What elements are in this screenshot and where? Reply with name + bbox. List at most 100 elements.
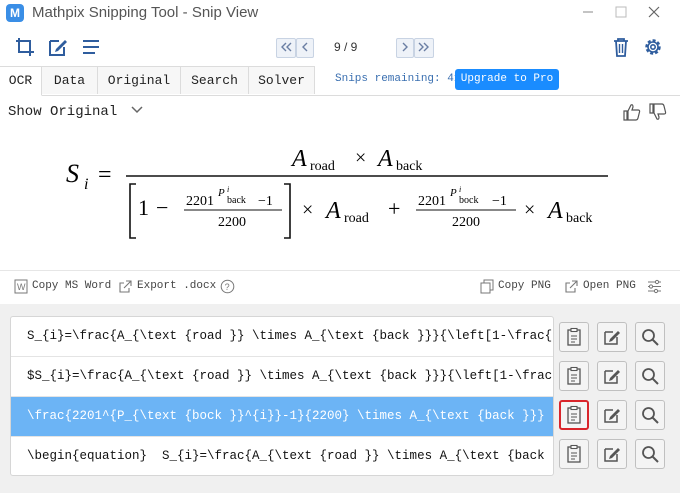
menu-icon[interactable] (80, 36, 102, 58)
search-icon (642, 329, 659, 346)
snip-crop-icon[interactable] (14, 36, 36, 58)
close-button[interactable] (639, 2, 669, 24)
result-text: \frac{2201^{P_{\text {bock }}^{i}}-1}{22… (27, 409, 553, 423)
clipboard-icon (567, 366, 581, 385)
left-bracket (129, 183, 136, 239)
window-title: Mathpix Snipping Tool - Snip View (32, 4, 259, 21)
edit-icon (604, 448, 620, 462)
copy-icon (480, 279, 494, 294)
frac2-exp-sup: i (459, 185, 461, 194)
chevron-right-icon (402, 42, 408, 52)
denominator-times-2: × (524, 199, 535, 221)
result-row-selected[interactable]: \frac{2201^{P_{\text {bock }}^{i}}-1}{22… (11, 397, 553, 437)
denominator-times-1: × (302, 199, 313, 221)
chevron-left-icon (302, 42, 308, 52)
edit-result-button[interactable] (597, 322, 627, 352)
frac2-exp-base: P (449, 187, 457, 199)
copy-result-button[interactable] (559, 439, 589, 469)
search-result-button[interactable] (635, 361, 665, 391)
copy-png-button[interactable]: Copy PNG (498, 280, 551, 292)
numerator-a-sub: road (310, 159, 335, 174)
clipboard-icon (567, 405, 581, 424)
toolbar: 9 / 9 (0, 28, 680, 66)
denominator-a: A (324, 198, 341, 224)
copy-ms-word-button[interactable]: Copy MS Word (32, 280, 111, 292)
close-icon (648, 6, 660, 18)
maximize-button[interactable] (606, 2, 636, 24)
show-original-label: Show Original (8, 104, 118, 120)
formula-equals: = (98, 162, 112, 188)
numerator-b: A (376, 146, 393, 172)
frac2-exp-sub: bock (459, 195, 478, 206)
chevron-down-icon (131, 106, 143, 114)
frac1-exp-base: P (217, 187, 225, 199)
next-page-button[interactable] (396, 38, 414, 58)
tab-solver[interactable]: Solver (249, 66, 315, 94)
denominator-b: A (546, 198, 563, 224)
rendered-formula: S i = A road × A back 1 − 2201 P i back … (66, 146, 608, 239)
frac2-top: 2201 (418, 194, 446, 209)
copy-result-button[interactable] (559, 361, 589, 391)
thumbs-down-icon[interactable] (648, 102, 668, 122)
denominator-minus: − (156, 195, 168, 220)
result-text: \begin{equation} S_{i}=\frac{A_{\text {r… (27, 449, 553, 463)
snips-remaining-text: Snips remaining: 41 (335, 73, 461, 85)
export-docx-button[interactable]: Export .docx (137, 280, 216, 292)
search-result-button[interactable] (635, 322, 665, 352)
minimize-icon (583, 11, 593, 13)
maximize-icon (615, 6, 627, 18)
frac1-exp-sup: i (227, 185, 229, 194)
result-text: S_{i}=\frac{A_{\text {road }} \times A_{… (27, 329, 553, 343)
edit-result-button[interactable] (597, 361, 627, 391)
copy-result-button[interactable] (559, 322, 589, 352)
action-bar: W Copy MS Word Export .docx ? Copy PNG O… (0, 270, 680, 305)
sliders-icon[interactable] (647, 279, 662, 294)
gear-icon[interactable] (642, 36, 664, 58)
formula-lhs: S (66, 159, 79, 188)
double-chevron-left-icon (281, 42, 292, 52)
open-external-icon (565, 280, 578, 293)
tab-bar: OCR Data Original Search Solver Snips re… (0, 66, 680, 96)
result-row[interactable]: S_{i}=\frac{A_{\text {road }} \times A_{… (11, 317, 553, 357)
edit-icon[interactable] (47, 36, 69, 58)
edit-result-button[interactable] (597, 439, 627, 469)
frac1-top: 2201 (186, 194, 214, 209)
first-page-button[interactable] (276, 38, 296, 58)
frac1-minus-one: −1 (258, 194, 273, 209)
last-page-button[interactable] (414, 38, 434, 58)
mathpix-logo-icon: M (6, 4, 24, 22)
numerator-b-sub: back (396, 159, 422, 174)
result-text: $S_{i}=\frac{A_{\text {road }} \times A_… (27, 369, 553, 383)
open-png-button[interactable]: Open PNG (583, 280, 636, 292)
ms-word-icon: W (14, 279, 28, 294)
clipboard-icon (567, 444, 581, 463)
double-chevron-right-icon (418, 42, 429, 52)
denominator-one: 1 (138, 195, 149, 220)
previous-page-button[interactable] (296, 38, 314, 58)
result-row[interactable]: \begin{equation} S_{i}=\frac{A_{\text {r… (11, 437, 553, 476)
edit-result-button[interactable] (597, 400, 627, 430)
copy-result-button-highlighted[interactable] (559, 400, 589, 430)
numerator-a: A (290, 146, 307, 172)
svg-text:?: ? (225, 282, 230, 292)
tab-original[interactable]: Original (98, 66, 181, 94)
tab-ocr[interactable]: OCR (0, 66, 42, 96)
tab-search[interactable]: Search (181, 66, 249, 94)
search-icon (642, 368, 659, 385)
tab-data[interactable]: Data (42, 66, 98, 94)
search-result-button[interactable] (635, 439, 665, 469)
page-indicator: 9 / 9 (334, 40, 358, 54)
numerator-times: × (355, 147, 366, 169)
result-row[interactable]: $S_{i}=\frac{A_{\text {road }} \times A_… (11, 357, 553, 397)
clipboard-icon (567, 327, 581, 346)
show-original-toggle[interactable]: Show Original (8, 104, 144, 120)
svg-text:W: W (17, 282, 26, 292)
upgrade-to-pro-button[interactable]: Upgrade to Pro (455, 69, 559, 90)
thumbs-up-icon[interactable] (622, 102, 642, 122)
trash-icon[interactable] (610, 36, 632, 58)
minimize-button[interactable] (573, 2, 603, 24)
help-icon[interactable]: ? (220, 279, 235, 294)
search-icon (642, 407, 659, 424)
denominator-plus: + (388, 196, 400, 221)
search-result-button[interactable] (635, 400, 665, 430)
